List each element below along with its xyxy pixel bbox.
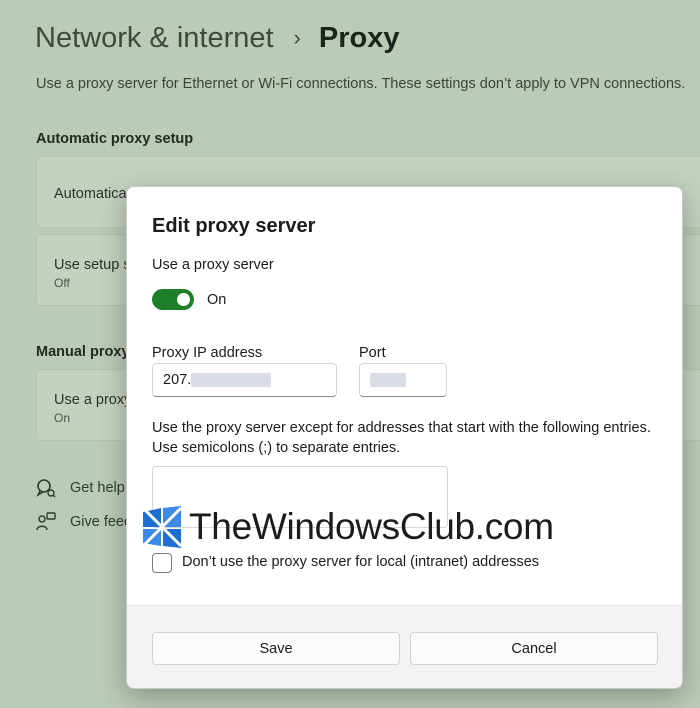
watermark-text: TheWindowsClub.com — [189, 506, 554, 547]
page-description: Use a proxy server for Ethernet or Wi-Fi… — [36, 76, 686, 92]
save-button[interactable]: Save — [152, 632, 400, 665]
proxy-ip-input[interactable]: 207. — [152, 363, 337, 397]
give-feedback-link[interactable]: Give feed — [36, 512, 132, 532]
local-addresses-checkbox[interactable] — [152, 553, 172, 573]
feedback-icon — [36, 512, 56, 532]
exceptions-description-line1: Use the proxy server except for addresse… — [152, 420, 651, 436]
proxy-ip-label: Proxy IP address — [152, 345, 263, 361]
toggle-knob — [177, 293, 190, 306]
exceptions-description-line2: Use semicolons (;) to separate entries. — [152, 440, 401, 456]
use-proxy-toggle[interactable] — [152, 289, 194, 310]
get-help-link[interactable]: Get help — [36, 478, 125, 498]
auto-detect-label: Automatica — [54, 186, 127, 202]
windows-club-logo-icon — [141, 506, 183, 548]
cancel-button[interactable]: Cancel — [410, 632, 658, 665]
get-help-label: Get help — [70, 480, 125, 496]
give-feedback-label: Give feed — [70, 514, 133, 530]
proxy-ip-value: 207. — [163, 372, 192, 388]
redacted-ip-block — [191, 373, 272, 388]
dialog-footer: Save Cancel — [127, 605, 682, 688]
watermark: TheWindowsClub.com — [141, 505, 554, 549]
breadcrumb: Network & internet › Proxy — [35, 18, 399, 58]
local-addresses-label: Don’t use the proxy server for local (in… — [182, 554, 540, 570]
manual-proxy-state: On — [54, 411, 71, 425]
breadcrumb-network-internet[interactable]: Network & internet — [35, 22, 274, 55]
port-input[interactable] — [359, 363, 447, 397]
page-title: Proxy — [318, 21, 400, 54]
help-chat-icon — [36, 478, 56, 498]
manual-proxy-label: Use a proxy — [54, 392, 132, 408]
edit-proxy-dialog: Edit proxy server Use a proxy server On … — [126, 186, 683, 689]
setup-script-label: Use setup s — [54, 257, 131, 273]
chevron-right-icon: › — [293, 25, 301, 50]
manual-proxy-section-title: Manual proxy — [36, 344, 130, 360]
auto-proxy-section-title: Automatic proxy setup — [36, 131, 194, 147]
use-proxy-label: Use a proxy server — [152, 257, 274, 273]
port-label: Port — [359, 345, 386, 361]
setup-script-state: Off — [54, 276, 70, 290]
redacted-port-block — [370, 373, 406, 388]
toggle-state-label: On — [207, 292, 227, 308]
dialog-title: Edit proxy server — [152, 215, 316, 237]
